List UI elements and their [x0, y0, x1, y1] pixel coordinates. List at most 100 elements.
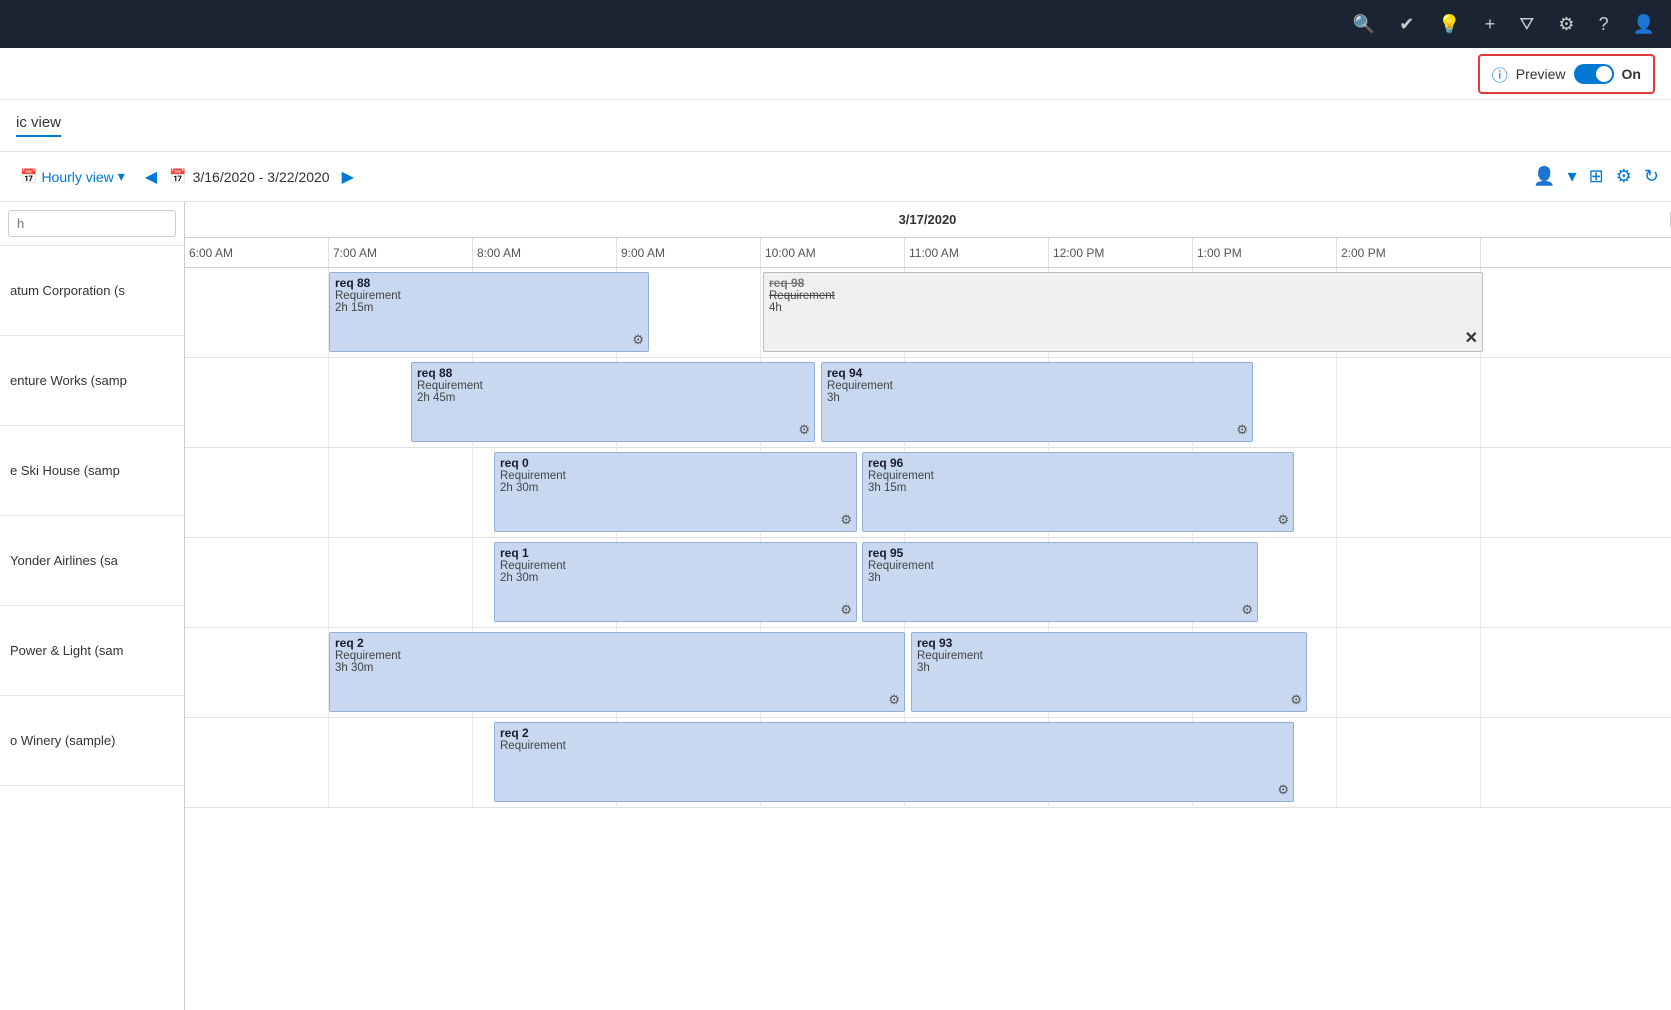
time-slot-cell	[1337, 448, 1481, 537]
close-icon[interactable]: ✕	[1465, 328, 1478, 348]
time-cell: 9:00 AM	[617, 238, 761, 267]
event-block[interactable]: req 95Requirement3h⚙	[862, 542, 1258, 622]
drag-icon: ⚙	[888, 692, 900, 708]
settings-icon[interactable]: ⚙	[1558, 14, 1574, 35]
event-title: req 1	[500, 546, 851, 560]
dropdown-btn[interactable]: ▾	[1568, 166, 1577, 187]
prev-week-button[interactable]: ◀	[141, 163, 161, 191]
drag-icon: ⚙	[1290, 692, 1302, 708]
event-title: req 0	[500, 456, 851, 470]
resource-name-0: atum Corporation (s	[10, 283, 125, 298]
resource-name-5: o Winery (sample)	[10, 733, 115, 748]
search-input[interactable]	[8, 210, 176, 237]
time-slot-cell	[329, 718, 473, 807]
time-slot-cell	[185, 268, 329, 357]
time-slot-cell	[1337, 358, 1481, 447]
resource-icon-button[interactable]: 👤	[1533, 166, 1555, 187]
event-block[interactable]: req 94Requirement3h⚙	[821, 362, 1253, 442]
table-row: req 2Requirement3h 30m⚙req 93Requirement…	[185, 628, 1671, 718]
time-slot-cell	[329, 538, 473, 627]
list-item: e Ski House (samp	[0, 426, 184, 516]
event-block[interactable]: req 93Requirement3h⚙	[911, 632, 1307, 712]
left-panel: atum Corporation (s enture Works (samp e…	[0, 202, 185, 1010]
event-duration: 2h 30m	[500, 572, 851, 584]
calendar-icon: 📅	[169, 168, 186, 185]
date-header-label: 3/17/2020	[185, 212, 1671, 227]
event-block[interactable]: req 2Requirement⚙	[494, 722, 1294, 802]
help-icon[interactable]: ?	[1599, 14, 1609, 35]
event-type: Requirement	[868, 470, 1288, 482]
scheduler-grid[interactable]: 3/17/2020 6:00 AM7:00 AM8:00 AM9:00 AM10…	[185, 202, 1671, 1010]
date-range: 📅 3/16/2020 - 3/22/2020	[169, 168, 329, 185]
resource-name-2: e Ski House (samp	[10, 463, 120, 478]
preview-toggle[interactable]	[1574, 64, 1614, 84]
event-type: Requirement	[917, 650, 1301, 662]
list-item: Yonder Airlines (sa	[0, 516, 184, 606]
date-range-label: 3/16/2020 - 3/22/2020	[193, 169, 330, 185]
next-week-button[interactable]: ▶	[338, 163, 358, 191]
info-icon: ⓘ	[1492, 62, 1508, 86]
time-slot-cell	[185, 358, 329, 447]
resource-name-4: Power & Light (sam	[10, 643, 123, 658]
second-toolbar: ic view	[0, 100, 1671, 152]
event-title: req 2	[500, 726, 1288, 740]
table-row: req 1Requirement2h 30m⚙req 95Requirement…	[185, 538, 1671, 628]
check-circle-icon[interactable]: ✔	[1399, 14, 1414, 35]
drag-icon: ⚙	[1236, 422, 1248, 438]
list-item: enture Works (samp	[0, 336, 184, 426]
date-header: 3/17/2020	[185, 202, 1671, 238]
time-slot-cell	[1337, 718, 1481, 807]
grid-content: req 88Requirement2h 15m⚙ req 98Requiremen…	[185, 268, 1671, 808]
event-duration: 2h 45m	[417, 392, 809, 404]
event-block[interactable]: req 1Requirement2h 30m⚙	[494, 542, 857, 622]
table-row: req 0Requirement2h 30m⚙req 96Requirement…	[185, 448, 1671, 538]
time-cell: 8:00 AM	[473, 238, 617, 267]
preview-bar: ⓘ Preview On	[0, 48, 1671, 100]
tab-ic-view[interactable]: ic view	[16, 114, 61, 137]
filter-icon[interactable]: ⛛	[1519, 14, 1534, 35]
top-nav: 🔍 ✔ 💡 + ⛛ ⚙ ? 👤	[0, 0, 1671, 48]
preview-box: ⓘ Preview On	[1478, 54, 1655, 94]
event-type: Requirement	[335, 290, 643, 302]
event-block[interactable]: req 2Requirement3h 30m ⚙	[329, 632, 905, 712]
event-type: Requirement	[769, 290, 1477, 302]
lightbulb-icon[interactable]: 💡	[1438, 14, 1460, 35]
resource-list: atum Corporation (s enture Works (samp e…	[0, 246, 184, 1010]
event-block[interactable]: req 98Requirement4h✕	[763, 272, 1483, 352]
event-title: req 88	[417, 366, 809, 380]
time-cell: 2:00 PM	[1337, 238, 1481, 267]
list-item: atum Corporation (s	[0, 246, 184, 336]
hourly-view-dropdown[interactable]: 📅 Hourly view ▾	[12, 164, 133, 189]
event-block[interactable]: req 88Requirement2h 45m⚙	[411, 362, 815, 442]
refresh-button[interactable]: ↻	[1644, 166, 1659, 187]
drag-icon: ⚙	[632, 332, 644, 348]
event-duration: 3h 30m	[335, 662, 899, 674]
event-type: Requirement	[500, 560, 851, 572]
event-title: req 2	[335, 636, 899, 650]
event-duration: 3h 15m	[868, 482, 1288, 494]
time-row: 6:00 AM7:00 AM8:00 AM9:00 AM10:00 AM11:0…	[185, 238, 1671, 268]
event-title: req 95	[868, 546, 1252, 560]
event-block[interactable]: req 0Requirement2h 30m⚙	[494, 452, 857, 532]
view-toggle-button[interactable]: ⊞	[1589, 166, 1604, 187]
scheduler-toolbar: 📅 Hourly view ▾ ◀ 📅 3/16/2020 - 3/22/202…	[0, 152, 1671, 202]
time-slot-cell	[185, 538, 329, 627]
preview-on-label: On	[1622, 66, 1641, 82]
time-slot-cell	[185, 628, 329, 717]
event-type: Requirement	[500, 740, 1288, 752]
event-type: Requirement	[500, 470, 851, 482]
search-icon[interactable]: 🔍	[1353, 14, 1375, 35]
time-slot-cell	[1337, 538, 1481, 627]
event-duration: 3h	[917, 662, 1301, 674]
event-type: Requirement	[335, 650, 899, 662]
event-duration: 3h	[827, 392, 1247, 404]
user-icon[interactable]: 👤	[1633, 14, 1655, 35]
settings-button[interactable]: ⚙	[1616, 166, 1632, 187]
add-icon[interactable]: +	[1485, 14, 1496, 35]
time-cell: 1:00 PM	[1193, 238, 1337, 267]
drag-icon: ⚙	[798, 422, 810, 438]
event-block[interactable]: req 88Requirement2h 15m⚙	[329, 272, 649, 352]
resource-name-3: Yonder Airlines (sa	[10, 553, 118, 568]
event-title: req 96	[868, 456, 1288, 470]
event-block[interactable]: req 96Requirement3h 15m⚙	[862, 452, 1294, 532]
